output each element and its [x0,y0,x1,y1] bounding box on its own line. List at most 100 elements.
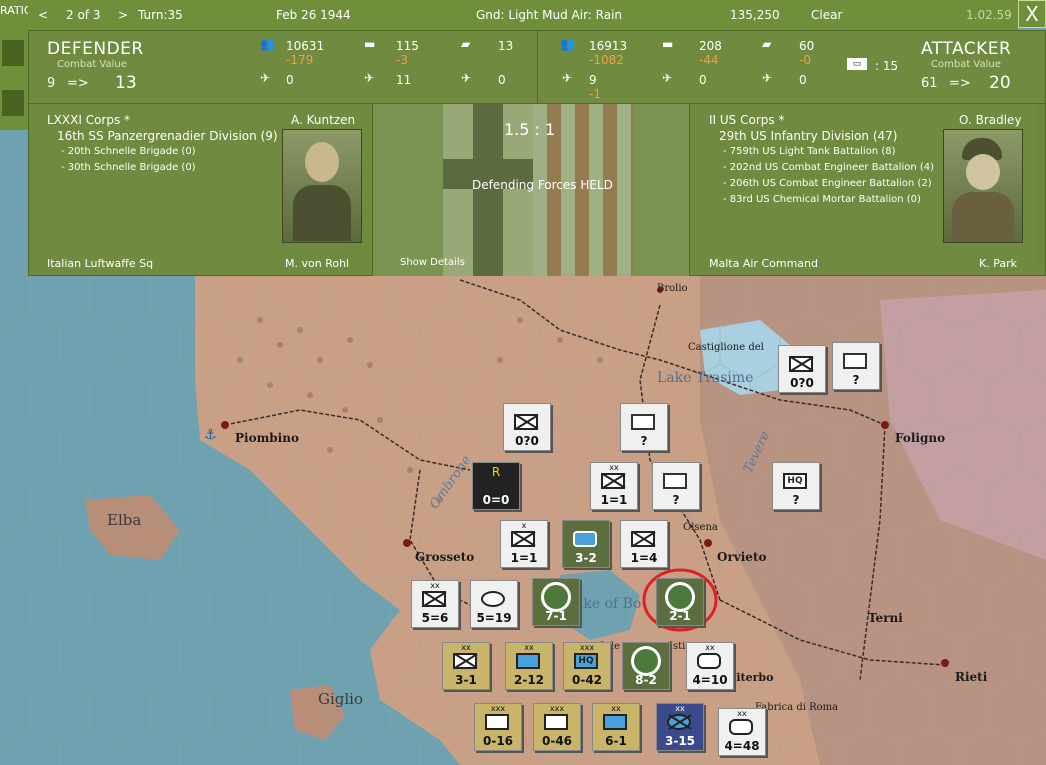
defender-afv: 13 [498,39,514,53]
unit-counter[interactable]: 3-2 [562,520,610,568]
town-label-fabrica: Fabrica di Roma [755,702,839,713]
attacker-cv-to: 20 [989,73,1011,93]
gun-icon: ▬ [364,37,376,51]
attacker-afv: 60 [799,39,815,53]
unit-counter[interactable]: xx 1=1 [590,462,638,510]
attacker-afv-loss: -0 [799,53,811,67]
left-toolbar[interactable]: RATIO [0,0,33,130]
unit-counter[interactable]: 0?0 [778,345,826,393]
list-item[interactable]: - 83rd US Chemical Mortar Battalion (0) [723,192,934,208]
ground-weather: Gnd: Light Mud Air: Rain [476,8,623,22]
list-item[interactable]: - 206th US Combat Engineer Battalion (2) [723,176,934,192]
list-item[interactable]: - 759th US Light Tank Battalion (8) [723,144,934,160]
battle-result-box: 1.5 : 1 Defending Forces HELD Show Detai… [372,104,690,276]
unit-counter[interactable]: 8-2 [622,642,670,690]
defender-air-leader: M. von Rohl [285,257,350,270]
transport-icon: ✈ [461,71,472,85]
unit-counter-reserve[interactable]: R 0=0 [472,462,520,510]
prev-page-button[interactable]: < [38,8,48,22]
attacker-bombers: 0 [699,73,707,87]
attacker-title: ATTACKER [921,39,1012,59]
attacker-division[interactable]: 29th US Infantry Division (47) [719,129,897,143]
island-label-elba: Elba [107,511,142,529]
unit-counter-hq[interactable]: xxx HQ 0-42 [563,642,611,690]
unit-counter[interactable]: 5=19 [470,580,518,628]
town-label-castiglione: Castiglione del [688,342,764,353]
unit-counter[interactable]: xx 2-12 [505,642,553,690]
unit-counter[interactable]: ? [652,462,700,510]
combat-report-topbar: < 2 of 3 > Turn:35 Feb 26 1944 Gnd: Ligh… [28,0,1018,31]
town-label-viterbo: Viterbo [728,671,774,684]
list-item[interactable]: - 202nd US Combat Engineer Battalion (4) [723,160,934,176]
unit-counter[interactable]: ? [832,342,880,390]
combat-odds: 1.5 : 1 [504,120,556,139]
list-item[interactable]: - 30th Schnelle Brigade (0) [61,160,196,176]
unit-counter[interactable]: xx 3-1 [442,642,490,690]
transport-icon: ✈ [762,71,773,85]
defender-men-loss: -179 [286,53,314,67]
unit-counter[interactable]: xx 4=48 [718,708,766,756]
unit-counter[interactable]: 0?0 [503,403,551,451]
attacker-fighters: 9 [589,73,597,87]
unit-counter[interactable]: xx 6-1 [592,703,640,751]
attacker-unit-list: - 759th US Light Tank Battalion (8) - 20… [723,144,934,208]
attacker-air-leader: K. Park [979,257,1017,270]
combat-result-panel: DEFENDER Combat Value 9 => 13 👥 10631 -1… [28,30,1046,276]
unit-counter[interactable]: x 1=1 [500,520,548,568]
town-label-foligno: Foligno [895,431,946,445]
unit-counter[interactable]: xxx 0-46 [533,703,581,751]
port-anchor-icon: ⚓ [204,427,217,443]
attacker-men-loss: -1082 [589,53,624,67]
toolbar-icon[interactable] [2,90,24,116]
attacker-arrow: => [949,76,971,91]
defender-leader-portrait [282,129,362,243]
panel-scrollbar[interactable] [1036,104,1044,264]
close-button[interactable]: X [1018,0,1046,28]
defender-fighters: 0 [286,73,294,87]
turn-indicator: Turn:35 [138,8,183,22]
gun-icon: ▬ [662,37,674,51]
attacker-leader: O. Bradley [959,113,1022,127]
defender-cv-label: Combat Value [57,59,127,70]
fighter-icon: ✈ [562,71,573,85]
unit-counter[interactable]: xx 3-15 [656,703,704,751]
unit-counter[interactable]: xx 4=10 [686,642,734,690]
unit-counter-hq[interactable]: HQ? [772,462,820,510]
fort-icon: ▭ [847,58,867,70]
defender-title: DEFENDER [47,39,144,59]
attacker-corps[interactable]: II US Corps * [709,113,784,127]
bomber-icon: ✈ [364,71,375,85]
unit-counter[interactable]: 1=4 [620,520,668,568]
defender-cv-to: 13 [115,73,137,93]
town-label-rieti: Rieti [955,670,988,684]
list-item[interactable]: - 20th Schnelle Brigade (0) [61,144,196,160]
unit-counter[interactable]: xxx 0-16 [474,703,522,751]
defender-bombers: 11 [396,73,412,87]
defender-leader: A. Kuntzen [291,113,356,127]
next-page-button[interactable]: > [118,8,128,22]
defender-arrow: => [67,76,89,91]
defender-guns-loss: -3 [396,53,408,67]
unit-counter[interactable]: xx 5=6 [411,580,459,628]
lake-label-bolsena: ake of Bo [575,596,642,612]
page-indicator: 2 of 3 [66,8,101,22]
attacker-leader-portrait [943,129,1023,243]
defender-division[interactable]: 16th SS Panzergrenadier Division (9) [57,129,278,143]
men-icon: 👥 [560,37,575,51]
attacker-forts: : 15 [875,59,899,73]
attacker-guns: 208 [699,39,722,53]
unit-counter[interactable]: 7-1 [532,578,580,626]
toolbar-icon[interactable] [2,40,24,66]
tank-icon: ▰ [762,37,772,51]
weather-condition: Clear [811,8,843,22]
attacker-guns-loss: -44 [699,53,719,67]
unit-counter[interactable]: ? [620,403,668,451]
attacker-fighters-loss: -1 [589,87,601,101]
defender-corps[interactable]: LXXXI Corps * [47,113,130,127]
combat-result: Defending Forces HELD [472,178,613,192]
show-details-link[interactable]: Show Details [400,257,465,268]
town-label-brolio: Brolio [657,283,688,294]
attacker-cv-from: 61 [921,76,938,91]
town-label-orvieto: Orvieto [717,550,767,564]
selected-unit-counter[interactable]: 2-1 [656,578,704,626]
